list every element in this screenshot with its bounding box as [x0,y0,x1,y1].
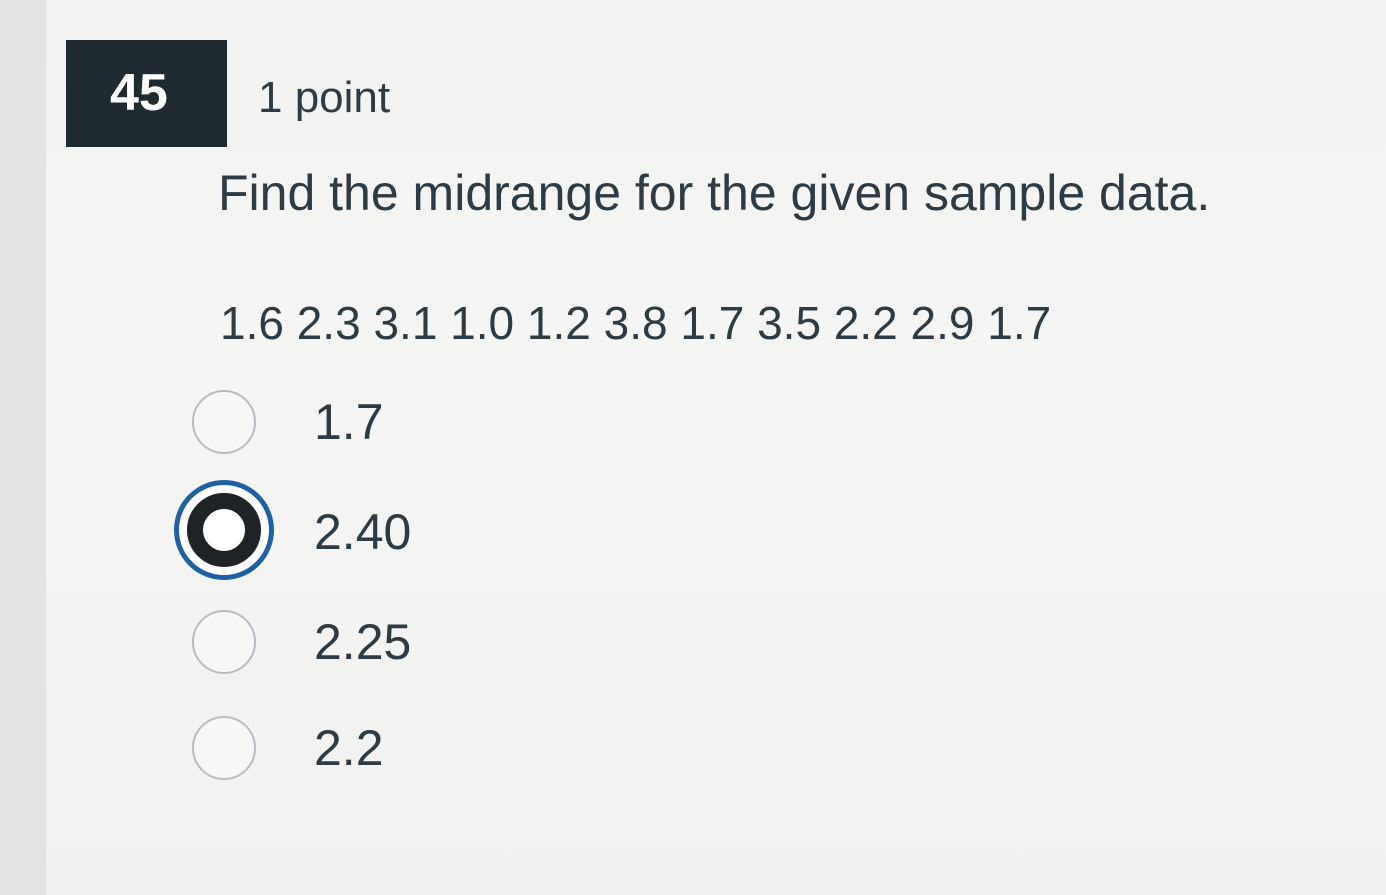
answer-option-label: 2.2 [314,720,384,776]
radio-button-selected[interactable] [174,480,274,580]
sample-data: 1.6 2.3 3.1 1.0 1.2 3.8 1.7 3.5 2.2 2.9 … [220,297,1052,349]
radio-button-unselected[interactable] [192,390,256,454]
answer-option-label: 2.25 [314,614,412,670]
answer-option-2[interactable]: 2.40 [174,480,606,580]
left-margin-strip [0,0,46,895]
question-prompt: Find the midrange for the given sample d… [218,165,1211,221]
answer-option-3[interactable]: 2.25 [192,596,606,696]
answer-option-label: 2.40 [314,504,412,560]
radio-selected-dot [187,493,261,567]
radio-button-unselected[interactable] [192,716,256,780]
answer-option-4[interactable]: 2.2 [192,702,606,802]
question-number-badge: 45 [66,40,227,147]
question-card: 45 1 point Find the midrange for the giv… [46,0,1386,895]
answer-option-label: 1.7 [314,394,384,450]
answer-option-1[interactable]: 1.7 [192,372,606,472]
question-points: 1 point [258,73,391,122]
radio-button-unselected[interactable] [192,610,256,674]
